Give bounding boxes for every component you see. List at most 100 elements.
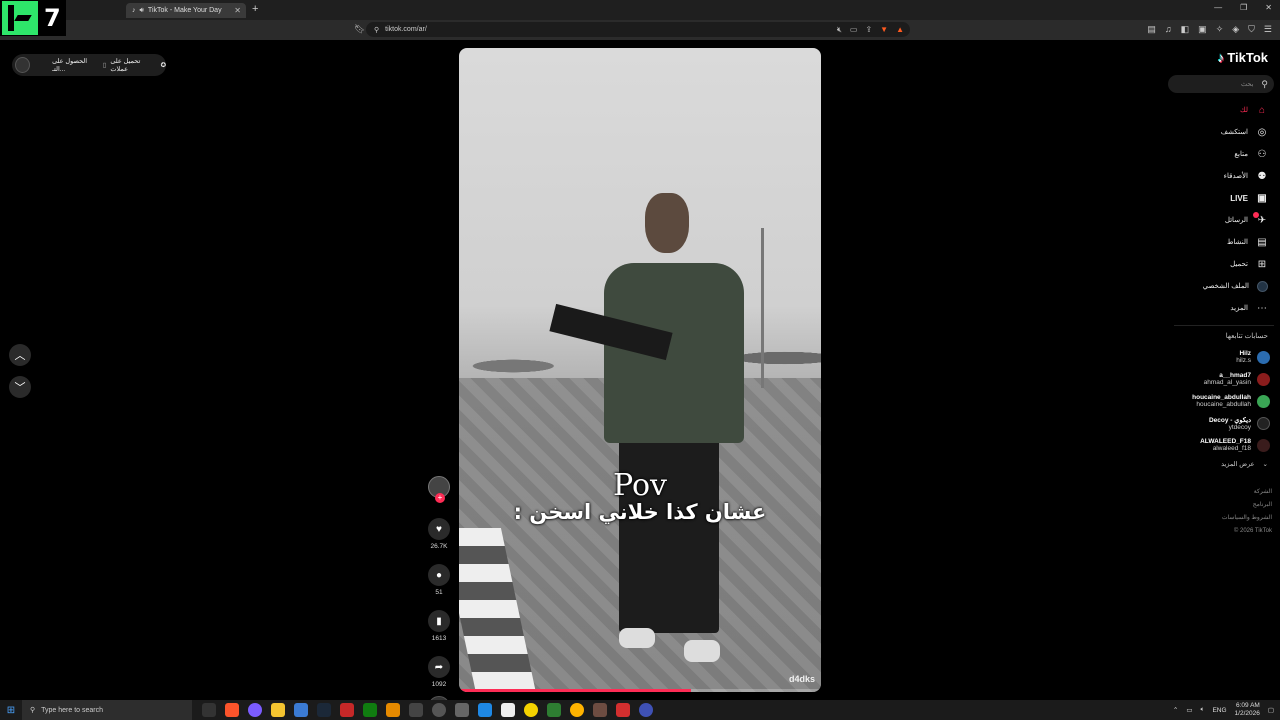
steam-icon[interactable]: [317, 703, 331, 717]
xbox-icon[interactable]: [363, 703, 377, 717]
footer-link-company[interactable]: الشركة: [1168, 486, 1272, 499]
network-icon[interactable]: ▭: [1186, 706, 1192, 714]
footer-link-terms[interactable]: الشروط والسياسات: [1168, 512, 1272, 525]
start-button[interactable]: ⊞: [0, 700, 22, 720]
browser-toolbar: 🔖︎ ⚲ tiktok.com/ar/ 🔇︎ ▭ ⇪ ▼ ▲ ▤ ♫ ◧ ▣ ✧…: [0, 20, 1280, 40]
obs-icon[interactable]: [432, 703, 446, 717]
following-account[interactable]: Decoy - ديكوي ytdecoy: [1168, 412, 1274, 434]
close-window-button[interactable]: ✕: [1265, 3, 1272, 12]
sidebar-item-live[interactable]: LIVE ▣: [1168, 187, 1274, 209]
sidebar-item-explore[interactable]: استكشف ◎: [1168, 121, 1274, 143]
minimize-button[interactable]: —: [1214, 3, 1222, 12]
messages-icon: ✈: [1253, 211, 1267, 226]
bookmark-icon[interactable]: 🔖︎: [354, 24, 365, 35]
menu-icon[interactable]: ☰: [1264, 24, 1272, 35]
sidebar-item-upload[interactable]: تحميل ⊞: [1168, 253, 1274, 275]
friends-icon: ⚉: [1257, 170, 1267, 182]
video-player[interactable]: Pov عشان كذا خلاني اسخن : d4dks: [459, 48, 821, 692]
sidebar-item-friends[interactable]: الأصدقاء ⚉: [1168, 165, 1274, 187]
sidebar-item-for-you[interactable]: لك ⌂: [1168, 99, 1274, 121]
input-language[interactable]: ENG: [1212, 707, 1226, 714]
store-icon[interactable]: [294, 703, 308, 717]
excel-icon[interactable]: [547, 703, 561, 717]
search-input[interactable]: بحث ⚲: [1168, 75, 1274, 93]
sidebar-item-more[interactable]: المزيد ⋯: [1168, 297, 1274, 319]
wallet-icon[interactable]: ▣: [1198, 24, 1207, 35]
sidebar-item-messages[interactable]: الرسائل ✈: [1168, 209, 1274, 231]
share-icon[interactable]: ⇪: [865, 25, 872, 35]
search-icon[interactable]: ⚲: [1261, 79, 1268, 90]
app-red-icon[interactable]: [340, 703, 354, 717]
tiktok-logo[interactable]: ♪ TikTok: [1168, 50, 1274, 65]
app-blue-icon[interactable]: [639, 703, 653, 717]
tab-close-icon[interactable]: ✕: [234, 6, 241, 15]
app-orange-icon[interactable]: [570, 703, 584, 717]
chevron-up-icon[interactable]: ⌃: [1173, 706, 1178, 714]
mute-icon[interactable]: 🔇︎: [837, 25, 842, 35]
sidebar-item-following[interactable]: متابع ⚇: [1168, 143, 1274, 165]
creator-avatar[interactable]: +: [428, 476, 450, 503]
notifications-icon[interactable]: ▢: [1268, 706, 1274, 714]
get-app-banner[interactable]: الحصول على التـ... ▯ تحميل على عملات ✪: [12, 54, 166, 76]
browser-right-controls: ▤ ♫ ◧ ▣ ✧ ◈ ⛉ ☰: [1147, 24, 1272, 35]
sidebar-footer: الشركة البرنامج الشروط والسياسات © 2026 …: [1168, 486, 1274, 538]
taskbar-search[interactable]: ⚲ Type here to search: [22, 700, 192, 720]
get-coins-text[interactable]: الحصول على التـ...: [52, 57, 99, 73]
see-more-button[interactable]: عرض المزيد ⌄: [1168, 460, 1274, 468]
site-info-icon[interactable]: ⚲: [374, 26, 379, 34]
sidebar-item-label: LIVE: [1230, 193, 1248, 203]
brave-rewards-icon[interactable]: ▲: [896, 25, 904, 35]
vlc-icon[interactable]: [386, 703, 400, 717]
clock[interactable]: 6:09 AM 1/2/2026: [1235, 702, 1260, 718]
share-button[interactable]: ➦: [428, 656, 450, 678]
app-brown-icon[interactable]: [593, 703, 607, 717]
app-yellow-icon[interactable]: [524, 703, 538, 717]
sidebar-item-profile[interactable]: الملف الشخصي: [1168, 275, 1274, 297]
music-icon[interactable]: ♫: [1165, 24, 1172, 35]
shield-icon[interactable]: ⛉: [1248, 24, 1255, 35]
account-handle: ahmad_al_yasin: [1203, 379, 1251, 386]
clock-time: 6:09 AM: [1235, 702, 1260, 709]
leo-icon[interactable]: ✧: [1216, 24, 1224, 35]
audio-icon[interactable]: 🔊︎: [140, 7, 144, 15]
sidebar-icon[interactable]: ◧: [1181, 24, 1190, 35]
app-white-icon[interactable]: [501, 703, 515, 717]
address-bar[interactable]: ⚲ tiktok.com/ar/ 🔇︎ ▭ ⇪ ▼ ▲: [366, 22, 910, 37]
task-view-icon[interactable]: [202, 703, 216, 717]
restore-button[interactable]: ❐: [1240, 3, 1247, 12]
get-app-text[interactable]: تحميل على عملات: [110, 57, 156, 73]
like-button[interactable]: ♥: [428, 518, 450, 540]
app-tiktok-icon[interactable]: [455, 703, 469, 717]
vpn-icon[interactable]: ◈: [1232, 24, 1239, 35]
following-account[interactable]: a__hmad7 ahmad_al_yasin: [1168, 368, 1274, 390]
follow-plus-icon[interactable]: +: [435, 493, 445, 503]
app-grid-icon[interactable]: [409, 703, 423, 717]
phone-icon: ▯: [102, 62, 107, 69]
discord-icon[interactable]: [248, 703, 262, 717]
following-account[interactable]: ALWALEED_F18 alwaleed_f18: [1168, 434, 1274, 456]
cast-icon[interactable]: ▭: [850, 25, 858, 35]
edge-icon[interactable]: [478, 703, 492, 717]
sidebar-divider: [1174, 325, 1274, 326]
brave-shields-icon[interactable]: ▼: [880, 25, 888, 35]
following-account[interactable]: houcaine_abdullah houcaine_abdullah: [1168, 390, 1274, 412]
file-explorer-icon[interactable]: [271, 703, 285, 717]
save-button[interactable]: ▮: [428, 610, 450, 632]
url-text[interactable]: tiktok.com/ar/: [385, 26, 427, 33]
volume-icon[interactable]: 🔈︎: [1201, 706, 1205, 714]
app-shield-icon[interactable]: [616, 703, 630, 717]
brave-icon[interactable]: [225, 703, 239, 717]
following-account[interactable]: Hilz hilz.s: [1168, 346, 1274, 368]
new-tab-button[interactable]: +: [252, 3, 258, 15]
previous-video-button[interactable]: ︿: [9, 344, 31, 366]
browser-tab-tiktok[interactable]: ♪ 🔊︎ TikTok - Make Your Day ✕: [126, 3, 246, 18]
video-person-head: [645, 193, 689, 253]
upload-icon: ⊞: [1257, 258, 1267, 270]
sidebar-item-activity[interactable]: النشاط ▤: [1168, 231, 1274, 253]
video-progress-bar[interactable]: [459, 689, 821, 692]
reader-icon[interactable]: ▤: [1147, 24, 1156, 35]
comment-button[interactable]: ●: [428, 564, 450, 586]
live-icon: ▣: [1257, 192, 1267, 204]
footer-link-program[interactable]: البرنامج: [1168, 499, 1272, 512]
next-video-button[interactable]: ﹀: [9, 376, 31, 398]
